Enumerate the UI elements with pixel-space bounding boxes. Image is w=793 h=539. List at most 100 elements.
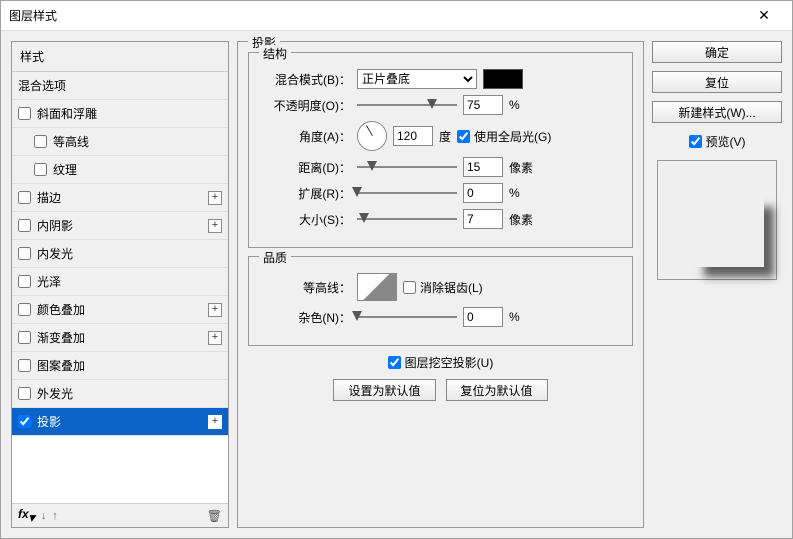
spread-slider[interactable]: [357, 184, 457, 202]
style-checkbox[interactable]: [18, 415, 31, 428]
spread-unit: %: [509, 186, 539, 200]
opacity-slider[interactable]: [357, 96, 457, 114]
add-instance-icon[interactable]: +: [208, 331, 222, 345]
move-down-icon[interactable]: ↓: [41, 510, 47, 522]
style-checkbox[interactable]: [18, 247, 31, 260]
styles-header: 样式: [12, 42, 228, 72]
style-item-5[interactable]: 内阴影+: [12, 212, 228, 240]
style-item-9[interactable]: 渐变叠加+: [12, 324, 228, 352]
style-label: 渐变叠加: [37, 329, 208, 346]
dialog-title: 图层样式: [9, 7, 744, 24]
style-label: 描边: [37, 189, 208, 206]
opacity-unit: %: [509, 98, 539, 112]
trash-icon[interactable]: 🗑: [207, 509, 222, 523]
right-panel: 确定 复位 新建样式(W)... 预览(V): [652, 41, 782, 528]
cancel-button[interactable]: 复位: [652, 71, 782, 93]
style-label: 图案叠加: [37, 357, 222, 374]
style-item-12[interactable]: 投影+: [12, 408, 228, 436]
style-item-7[interactable]: 光泽: [12, 268, 228, 296]
antialias-input[interactable]: [403, 281, 416, 294]
style-item-3[interactable]: 纹理: [12, 156, 228, 184]
style-item-6[interactable]: 内发光: [12, 240, 228, 268]
add-instance-icon[interactable]: +: [208, 219, 222, 233]
quality-legend: 品质: [259, 249, 291, 266]
style-label: 内阴影: [37, 217, 208, 234]
contour-label: 等高线：: [261, 279, 351, 296]
antialias-checkbox[interactable]: 消除锯齿(L): [403, 279, 483, 296]
preview-checkbox[interactable]: 预览(V): [652, 133, 782, 150]
angle-label: 角度(A)：: [261, 128, 351, 145]
shadow-color-swatch[interactable]: [483, 69, 523, 89]
style-checkbox[interactable]: [18, 219, 31, 232]
style-checkbox[interactable]: [18, 191, 31, 204]
style-label: 内发光: [37, 245, 222, 262]
angle-dial[interactable]: [357, 121, 387, 151]
knockout-input[interactable]: [388, 356, 401, 369]
styles-footer: fx▾ ↓ ↑ 🗑: [12, 503, 228, 527]
global-light-input[interactable]: [457, 130, 470, 143]
style-checkbox[interactable]: [18, 331, 31, 344]
size-label: 大小(S)：: [261, 211, 351, 228]
distance-slider[interactable]: [357, 158, 457, 176]
opacity-label: 不透明度(O)：: [261, 97, 351, 114]
set-default-button[interactable]: 设置为默认值: [333, 379, 435, 401]
distance-input[interactable]: [463, 157, 503, 177]
size-input[interactable]: [463, 209, 503, 229]
style-label: 颜色叠加: [37, 301, 208, 318]
style-item-4[interactable]: 描边+: [12, 184, 228, 212]
style-label: 混合选项: [18, 77, 222, 94]
noise-unit: %: [509, 310, 539, 324]
angle-input[interactable]: [393, 126, 433, 146]
style-label: 等高线: [53, 133, 222, 150]
new-style-button[interactable]: 新建样式(W)...: [652, 101, 782, 123]
size-unit: 像素: [509, 211, 539, 228]
add-instance-icon[interactable]: +: [208, 191, 222, 205]
global-light-checkbox[interactable]: 使用全局光(G): [457, 128, 551, 145]
angle-unit: 度: [439, 128, 451, 145]
noise-label: 杂色(N)：: [261, 309, 351, 326]
style-checkbox[interactable]: [34, 135, 47, 148]
styles-list: 混合选项斜面和浮雕等高线纹理描边+内阴影+内发光光泽颜色叠加+渐变叠加+图案叠加…: [12, 72, 228, 503]
distance-unit: 像素: [509, 159, 539, 176]
blend-mode-select[interactable]: 正片叠底: [357, 69, 477, 89]
styles-panel: 样式 混合选项斜面和浮雕等高线纹理描边+内阴影+内发光光泽颜色叠加+渐变叠加+图…: [11, 41, 229, 528]
noise-slider[interactable]: [357, 308, 457, 326]
blend-mode-label: 混合模式(B)：: [261, 71, 351, 88]
spread-input[interactable]: [463, 183, 503, 203]
quality-fieldset: 品质 等高线： 消除锯齿(L) 杂色(N)： %: [248, 256, 633, 346]
reset-default-button[interactable]: 复位为默认值: [446, 379, 548, 401]
style-label: 外发光: [37, 385, 222, 402]
layer-style-dialog: 图层样式 ✕ 样式 混合选项斜面和浮雕等高线纹理描边+内阴影+内发光光泽颜色叠加…: [0, 0, 793, 539]
add-instance-icon[interactable]: +: [208, 303, 222, 317]
distance-label: 距离(D)：: [261, 159, 351, 176]
close-button[interactable]: ✕: [744, 2, 784, 30]
style-item-0[interactable]: 混合选项: [12, 72, 228, 100]
center-panel: 投影 结构 混合模式(B)： 正片叠底 不透明度(O)： %: [237, 41, 644, 528]
style-item-1[interactable]: 斜面和浮雕: [12, 100, 228, 128]
style-item-8[interactable]: 颜色叠加+: [12, 296, 228, 324]
knockout-checkbox[interactable]: 图层挖空投影(U): [388, 354, 494, 371]
style-checkbox[interactable]: [18, 275, 31, 288]
fx-icon[interactable]: fx▾: [18, 507, 35, 524]
titlebar: 图层样式 ✕: [1, 1, 792, 31]
style-checkbox[interactable]: [18, 387, 31, 400]
style-checkbox[interactable]: [18, 303, 31, 316]
preview-input[interactable]: [689, 135, 702, 148]
move-up-icon[interactable]: ↑: [52, 510, 58, 522]
style-label: 纹理: [53, 161, 222, 178]
opacity-input[interactable]: [463, 95, 503, 115]
dialog-body: 样式 混合选项斜面和浮雕等高线纹理描边+内阴影+内发光光泽颜色叠加+渐变叠加+图…: [1, 31, 792, 538]
style-item-11[interactable]: 外发光: [12, 380, 228, 408]
style-checkbox[interactable]: [18, 107, 31, 120]
style-checkbox[interactable]: [34, 163, 47, 176]
preview-shadow: [694, 197, 764, 267]
style-checkbox[interactable]: [18, 359, 31, 372]
noise-input[interactable]: [463, 307, 503, 327]
size-slider[interactable]: [357, 210, 457, 228]
style-label: 光泽: [37, 273, 222, 290]
contour-picker[interactable]: [357, 273, 397, 301]
style-item-10[interactable]: 图案叠加: [12, 352, 228, 380]
ok-button[interactable]: 确定: [652, 41, 782, 63]
add-instance-icon[interactable]: +: [208, 415, 222, 429]
style-item-2[interactable]: 等高线: [12, 128, 228, 156]
